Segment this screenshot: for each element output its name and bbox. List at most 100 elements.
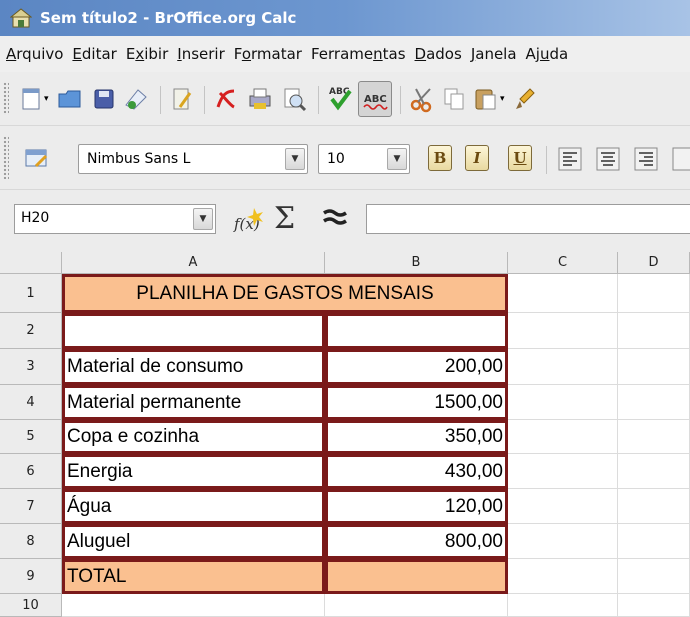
select-all-corner[interactable]	[0, 252, 62, 274]
menu-dados[interactable]: Dados	[415, 45, 462, 63]
cell-d3[interactable]	[618, 349, 690, 385]
align-center-icon[interactable]	[594, 145, 622, 173]
cell-d2[interactable]	[618, 313, 690, 349]
row-header-10[interactable]: 10	[0, 594, 62, 617]
cell-c5[interactable]	[508, 420, 618, 454]
menu-janela[interactable]: Janela	[471, 45, 517, 63]
row-header-9[interactable]: 9	[0, 559, 62, 594]
expense-label-cell[interactable]: Água	[62, 489, 325, 524]
row-header-7[interactable]: 7	[0, 489, 62, 524]
bold-button[interactable]: B	[428, 145, 452, 171]
row-header-8[interactable]: 8	[0, 524, 62, 559]
cell-c9[interactable]	[508, 559, 618, 594]
print-icon[interactable]	[246, 85, 274, 113]
font-name-combo[interactable]: Nimbus Sans L ▼	[78, 144, 308, 174]
cell-d6[interactable]	[618, 454, 690, 489]
column-header-d[interactable]: D	[618, 252, 690, 274]
paste-icon[interactable]	[472, 85, 500, 113]
font-name-dropdown-icon[interactable]: ▼	[285, 148, 305, 170]
cell-d1[interactable]	[618, 274, 690, 313]
spreadsheet-grid[interactable]: A B C D 1 2 3 4 5 6 7 8 9 10 PLANILHA DE GASTOS MENSAI…	[0, 252, 690, 617]
italic-button[interactable]: I	[465, 145, 489, 171]
autospellcheck-button[interactable]: ABC	[358, 81, 392, 117]
total-value-cell[interactable]	[325, 559, 508, 594]
row-header-3[interactable]: 3	[0, 349, 62, 385]
menu-formatar[interactable]: Formatar	[234, 45, 302, 63]
column-header-c[interactable]: C	[508, 252, 618, 274]
new-document-icon[interactable]	[18, 85, 46, 113]
font-size-dropdown-icon[interactable]: ▼	[387, 148, 407, 170]
toolbar-grip[interactable]	[3, 82, 9, 115]
menu-ajuda[interactable]: Ajuda	[526, 45, 569, 63]
open-folder-icon[interactable]	[56, 85, 84, 113]
format-paintbrush-icon[interactable]	[512, 85, 540, 113]
name-box[interactable]: H20 ▼	[14, 204, 216, 234]
cell-d9[interactable]	[618, 559, 690, 594]
name-box-dropdown-icon[interactable]: ▼	[193, 208, 213, 230]
cell-c1[interactable]	[508, 274, 618, 313]
column-header-b[interactable]: B	[325, 252, 508, 274]
expense-value-cell[interactable]: 200,00	[325, 349, 508, 385]
cell-a10[interactable]	[62, 594, 325, 617]
paste-dropdown-icon[interactable]: ▾	[500, 94, 505, 104]
export-pdf-icon[interactable]	[212, 85, 240, 113]
menu-editar[interactable]: Editar	[72, 45, 116, 63]
cell-d5[interactable]	[618, 420, 690, 454]
cell-d7[interactable]	[618, 489, 690, 524]
cell-d10[interactable]	[618, 594, 690, 617]
new-dropdown-icon[interactable]: ▾	[44, 94, 49, 104]
cut-icon[interactable]	[408, 85, 436, 113]
function-wizard-icon[interactable]: f(x)	[232, 204, 268, 234]
styles-formatting-icon[interactable]	[22, 144, 50, 172]
spellcheck-icon[interactable]: ABC	[326, 83, 354, 111]
align-left-icon[interactable]	[556, 145, 584, 173]
row-header-2[interactable]: 2	[0, 313, 62, 349]
menu-arquivo[interactable]: Arquivo	[6, 45, 63, 63]
edit-file-icon[interactable]	[168, 85, 196, 113]
save-icon[interactable]	[90, 85, 118, 113]
total-label-cell[interactable]: TOTAL	[62, 559, 325, 594]
row-header-5[interactable]: 5	[0, 420, 62, 454]
table-title-cell[interactable]: PLANILHA DE GASTOS MENSAIS	[62, 274, 508, 313]
cell-c3[interactable]	[508, 349, 618, 385]
expense-label-cell[interactable]: Aluguel	[62, 524, 325, 559]
toolbar-grip[interactable]	[3, 136, 9, 179]
cell-c6[interactable]	[508, 454, 618, 489]
justify-icon[interactable]	[670, 145, 690, 173]
function-icon[interactable]	[320, 202, 350, 232]
expense-label-cell[interactable]: Material permanente	[62, 385, 325, 420]
cell-c2[interactable]	[508, 313, 618, 349]
expense-value-cell[interactable]: 1500,00	[325, 385, 508, 420]
align-right-icon[interactable]	[632, 145, 660, 173]
expense-label-cell[interactable]: Energia	[62, 454, 325, 489]
print-preview-icon[interactable]	[280, 85, 308, 113]
font-size-combo[interactable]: 10 ▼	[318, 144, 410, 174]
formula-input[interactable]	[366, 204, 690, 234]
expense-value-cell[interactable]: 800,00	[325, 524, 508, 559]
cell-c4[interactable]	[508, 385, 618, 420]
cell-b2[interactable]	[325, 313, 508, 349]
expense-value-cell[interactable]: 120,00	[325, 489, 508, 524]
expense-value-cell[interactable]: 430,00	[325, 454, 508, 489]
row-header-4[interactable]: 4	[0, 385, 62, 420]
underline-button[interactable]: U	[508, 145, 532, 171]
expense-value-cell[interactable]: 350,00	[325, 420, 508, 454]
row-header-6[interactable]: 6	[0, 454, 62, 489]
expense-label-cell[interactable]: Copa e cozinha	[62, 420, 325, 454]
menu-ferramentas[interactable]: Ferramentas	[311, 45, 406, 63]
row-header-1[interactable]: 1	[0, 274, 62, 313]
cell-c8[interactable]	[508, 524, 618, 559]
copy-icon[interactable]	[440, 85, 468, 113]
cell-c7[interactable]	[508, 489, 618, 524]
cell-b10[interactable]	[325, 594, 508, 617]
email-icon[interactable]	[122, 85, 150, 113]
cell-d4[interactable]	[618, 385, 690, 420]
sum-icon[interactable]: Σ	[274, 201, 295, 236]
menu-exibir[interactable]: Exibir	[126, 45, 168, 63]
expense-label-cell[interactable]: Material de consumo	[62, 349, 325, 385]
cell-d8[interactable]	[618, 524, 690, 559]
cell-a2[interactable]	[62, 313, 325, 349]
cell-c10[interactable]	[508, 594, 618, 617]
column-header-a[interactable]: A	[62, 252, 325, 274]
menu-inserir[interactable]: Inserir	[177, 45, 225, 63]
